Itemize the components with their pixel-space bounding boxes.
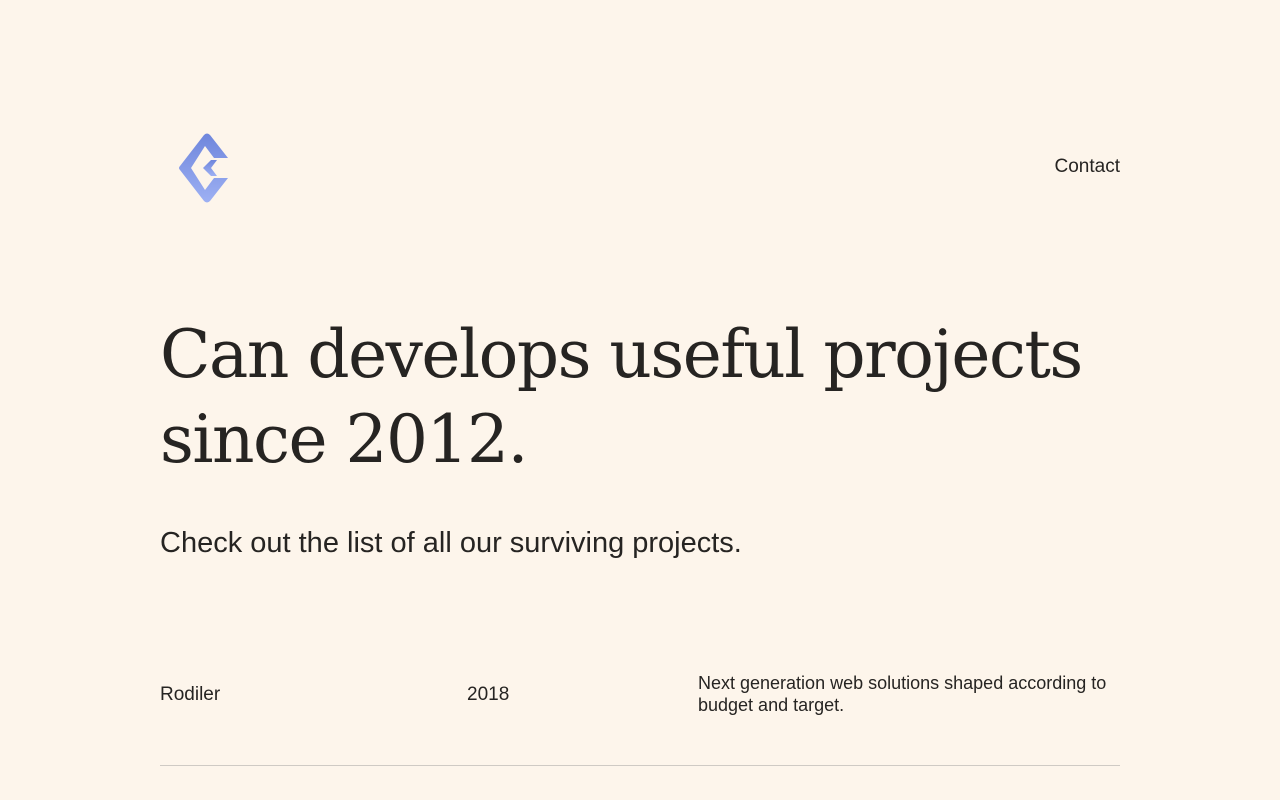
diamond-c-logo-icon[interactable] <box>177 132 233 204</box>
hero-headline: Can develops useful projects since 2012. <box>160 316 1083 478</box>
project-description: Next generation web solutions shaped acc… <box>698 673 1107 715</box>
hero-subtitle: Check out the list of all our surviving … <box>160 527 742 559</box>
project-name[interactable]: Rodiler <box>160 684 220 706</box>
contact-link[interactable]: Contact <box>1055 156 1120 178</box>
page: Contact Can develops useful projects sin… <box>0 0 1280 800</box>
site-header: Contact <box>160 132 1120 204</box>
project-year: 2018 <box>467 684 510 705</box>
project-row[interactable]: Rodiler 2018 Next generation web solutio… <box>160 672 1120 766</box>
projects-list: Rodiler 2018 Next generation web solutio… <box>160 672 1120 766</box>
